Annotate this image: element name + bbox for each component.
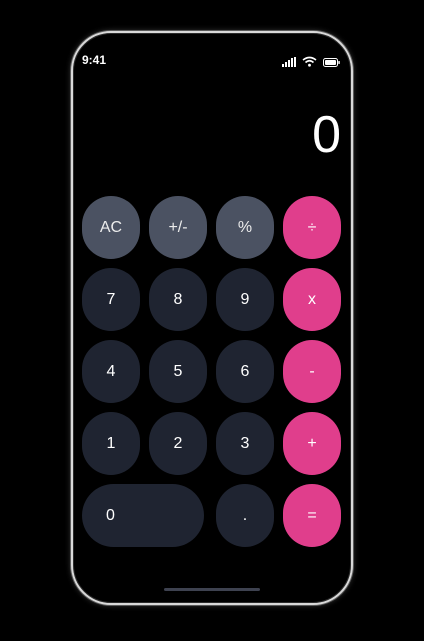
- status-bar: 9:41: [73, 33, 351, 83]
- decimal-point-button[interactable]: .: [216, 484, 274, 547]
- sign-toggle-button[interactable]: +/-: [149, 196, 207, 259]
- add-button[interactable]: +: [283, 412, 341, 475]
- percent-button[interactable]: %: [216, 196, 274, 259]
- phone-frame: 9:41 0 AC +/- % ÷ 7 8 9 x 4 5 6 - 1 2 3 …: [71, 31, 353, 605]
- digit-6-button[interactable]: 6: [216, 340, 274, 403]
- battery-icon: [323, 54, 340, 72]
- digit-0-button[interactable]: 0: [82, 484, 204, 547]
- digit-7-button[interactable]: 7: [82, 268, 140, 331]
- clear-button[interactable]: AC: [82, 196, 140, 259]
- digit-3-button[interactable]: 3: [216, 412, 274, 475]
- result-display: 0: [312, 106, 341, 164]
- wifi-icon: [302, 54, 317, 72]
- equals-button[interactable]: =: [283, 484, 341, 547]
- subtract-button[interactable]: -: [283, 340, 341, 403]
- home-indicator[interactable]: [164, 588, 260, 591]
- multiply-button[interactable]: x: [283, 268, 341, 331]
- digit-2-button[interactable]: 2: [149, 412, 207, 475]
- digit-4-button[interactable]: 4: [82, 340, 140, 403]
- digit-9-button[interactable]: 9: [216, 268, 274, 331]
- status-icons: [282, 54, 340, 72]
- digit-1-button[interactable]: 1: [82, 412, 140, 475]
- status-time: 9:41: [82, 53, 107, 67]
- digit-5-button[interactable]: 5: [149, 340, 207, 403]
- digit-8-button[interactable]: 8: [149, 268, 207, 331]
- signal-icon: [282, 54, 296, 72]
- divide-button[interactable]: ÷: [283, 196, 341, 259]
